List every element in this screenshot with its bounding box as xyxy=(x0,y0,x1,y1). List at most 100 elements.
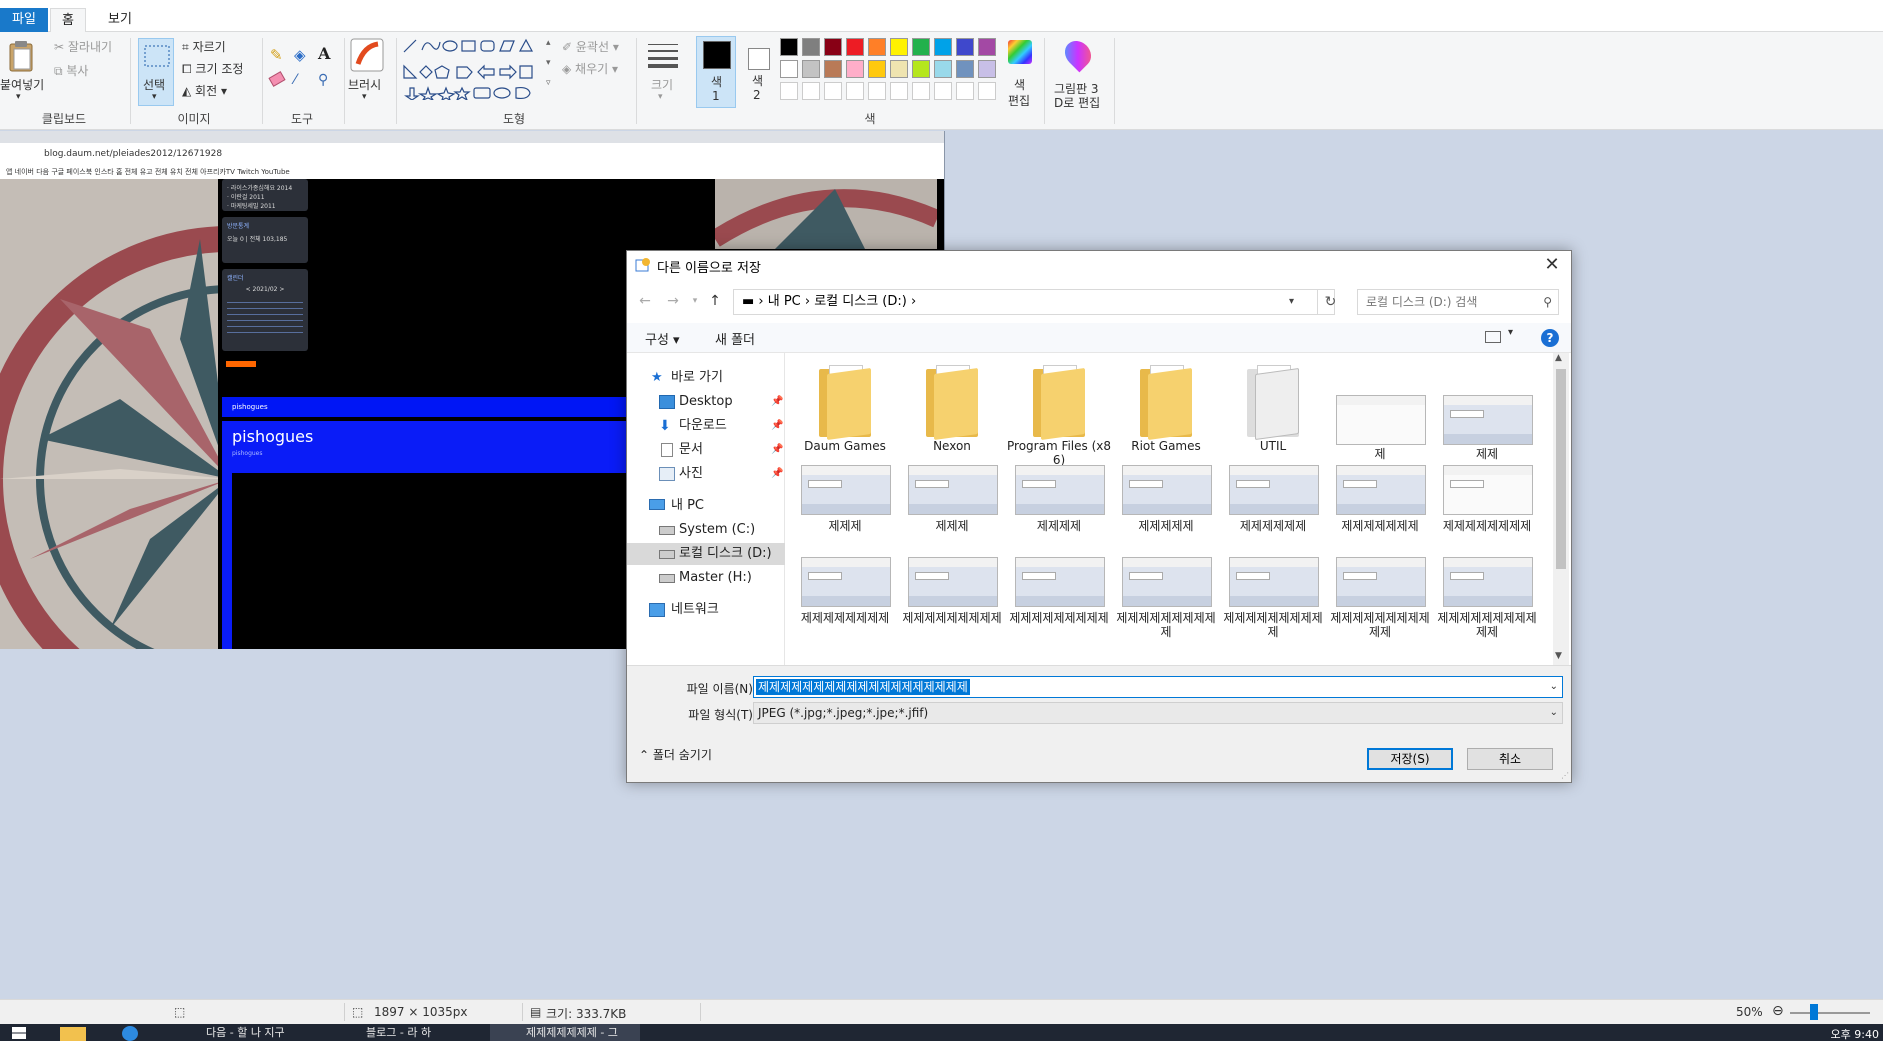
scroll-up-icon[interactable]: ▲ xyxy=(1555,353,1562,363)
folder-item[interactable]: Nexon xyxy=(900,361,1004,457)
resize-button[interactable]: ⧠ 크기 조정 xyxy=(182,60,243,77)
paste-button[interactable]: 붙여넣기 xyxy=(0,76,44,93)
dialog-titlebar[interactable]: 다른 이름으로 저장 ✕ xyxy=(627,251,1571,279)
nav-pictures[interactable]: 사진 📌 xyxy=(627,463,785,485)
file-item[interactable]: 제제제 xyxy=(793,465,897,555)
nav-quick-access[interactable]: ★ 바로 가기 xyxy=(627,367,785,389)
rotate-button[interactable]: ◭ 회전 ▾ xyxy=(182,82,227,99)
size-icon[interactable] xyxy=(648,42,678,68)
pin-icon[interactable]: 📌 xyxy=(771,439,783,461)
nav-system-c[interactable]: System (C:) xyxy=(627,519,785,541)
color-swatch[interactable] xyxy=(978,60,996,78)
nav-desktop[interactable]: Desktop 📌 xyxy=(627,391,785,413)
color-swatch[interactable] xyxy=(890,38,908,56)
edit-colors-button[interactable]: 색 편집 xyxy=(1004,38,1036,108)
color-swatch[interactable] xyxy=(780,38,798,56)
text-icon[interactable]: A xyxy=(318,44,330,63)
color-swatch[interactable] xyxy=(780,60,798,78)
file-item[interactable]: 제제 xyxy=(1435,361,1539,461)
windows-start-icon[interactable] xyxy=(12,1027,26,1039)
custom-color-slot[interactable] xyxy=(780,82,798,100)
color-swatch[interactable] xyxy=(802,60,820,78)
taskbar-window[interactable]: 블로그 - 라 하 xyxy=(330,1024,480,1041)
address-bar[interactable]: ▬ › 내 PC › 로컬 디스크 (D:) › ▾ xyxy=(733,289,1335,315)
file-item[interactable]: 제제제제제제제제 xyxy=(1435,465,1539,555)
nav-documents[interactable]: 문서 📌 xyxy=(627,439,785,461)
organize-button[interactable]: 구성 ▾ xyxy=(645,329,680,348)
zoom-slider[interactable] xyxy=(1790,1012,1870,1014)
custom-color-slot[interactable] xyxy=(802,82,820,100)
custom-color-slot[interactable] xyxy=(912,82,930,100)
select-button[interactable]: 선택 xyxy=(143,76,165,93)
shapes-expand[interactable]: ▿ xyxy=(546,78,551,88)
brush-caret[interactable]: ▾ xyxy=(362,92,367,102)
color-swatch[interactable] xyxy=(868,60,886,78)
custom-color-slot[interactable] xyxy=(824,82,842,100)
hide-folders-button[interactable]: ⌃ 폴더 숨기기 xyxy=(639,746,712,763)
custom-color-slot[interactable] xyxy=(978,82,996,100)
scrollbar-thumb[interactable] xyxy=(1556,369,1566,569)
taskbar-window[interactable]: 다음 - 할 나 지구 xyxy=(170,1024,320,1041)
vertical-scrollbar[interactable]: ▲ ▼ xyxy=(1553,353,1569,665)
file-item[interactable]: 제제제제제제제제제 xyxy=(1007,557,1111,647)
color-picker-icon[interactable]: ⁄ xyxy=(294,72,296,88)
folder-item[interactable]: UTIL xyxy=(1221,361,1325,457)
shapes-scroll-up[interactable]: ▴ xyxy=(546,38,551,48)
filetype-select[interactable]: JPEG (*.jpg;*.jpeg;*.jpe;*.jfif) ⌄ xyxy=(753,702,1563,724)
address-dropdown-icon[interactable]: ▾ xyxy=(1289,290,1294,314)
file-item[interactable]: 제제제제제제제제제제 xyxy=(1221,557,1325,647)
file-item[interactable]: 제제제제 xyxy=(1007,465,1111,555)
nav-network[interactable]: 네트워크 xyxy=(627,599,785,621)
zoom-out-icon[interactable]: ⊖ xyxy=(1772,1003,1784,1019)
file-item[interactable]: 제제제제제제제제제제 xyxy=(1114,557,1218,647)
file-item[interactable]: 제제제제제제제제 xyxy=(793,557,897,647)
zoom-slider-thumb[interactable] xyxy=(1810,1004,1818,1020)
shapes-scroll-down[interactable]: ▾ xyxy=(546,58,551,68)
size-caret[interactable]: ▾ xyxy=(658,92,663,102)
fill-icon[interactable]: ◈ xyxy=(294,46,306,64)
resize-grip-icon[interactable]: ⋰ xyxy=(1561,771,1569,780)
custom-color-slot[interactable] xyxy=(846,82,864,100)
color-swatch[interactable] xyxy=(846,60,864,78)
paint3d-button[interactable]: 그림판 3 D로 편집 xyxy=(1052,35,1108,110)
select-caret[interactable]: ▾ xyxy=(152,92,157,102)
eraser-icon[interactable] xyxy=(268,71,286,87)
color2-button[interactable]: 색 2 xyxy=(742,36,774,108)
filename-dropdown-icon[interactable]: ⌄ xyxy=(1550,677,1558,697)
help-icon[interactable]: ? xyxy=(1541,329,1559,347)
color-swatch[interactable] xyxy=(912,60,930,78)
paste-icon[interactable] xyxy=(8,40,34,72)
paste-caret[interactable]: ▾ xyxy=(16,92,21,102)
folder-item[interactable]: Daum Games xyxy=(793,361,897,457)
tab-file[interactable]: 파일 xyxy=(0,8,48,32)
file-item[interactable]: 제제제제제제제제제제제 xyxy=(1328,557,1432,647)
color-swatch[interactable] xyxy=(890,60,908,78)
custom-color-slot[interactable] xyxy=(890,82,908,100)
color-swatch[interactable] xyxy=(978,38,996,56)
browser-icon[interactable] xyxy=(122,1026,138,1041)
custom-color-slot[interactable] xyxy=(868,82,886,100)
outline-button[interactable]: ✐ 윤곽선 ▾ xyxy=(562,38,619,55)
up-arrow-icon[interactable]: ↑ xyxy=(705,291,725,311)
close-icon[interactable]: ✕ xyxy=(1539,253,1565,277)
crop-button[interactable]: ⌗ 자르기 xyxy=(182,38,226,55)
fill-shape-button[interactable]: ◈ 채우기 ▾ xyxy=(562,60,618,77)
cut-button[interactable]: ✂ 잘라내기 xyxy=(54,38,112,55)
file-item[interactable]: 제제제제제제제제제 xyxy=(900,557,1004,647)
scroll-down-icon[interactable]: ▼ xyxy=(1555,651,1562,661)
pin-icon[interactable]: 📌 xyxy=(771,463,783,485)
tab-view[interactable]: 보기 xyxy=(96,8,144,32)
nav-master-h[interactable]: Master (H:) xyxy=(627,567,785,589)
tab-home[interactable]: 홈 xyxy=(50,8,86,32)
filename-value[interactable]: 제제제제제제제제제제제제제제제제제제제 xyxy=(756,679,970,695)
custom-color-slot[interactable] xyxy=(934,82,952,100)
file-explorer-icon[interactable] xyxy=(60,1027,86,1041)
folder-item[interactable]: Riot Games xyxy=(1114,361,1218,457)
taskbar-window-active[interactable]: 제제제제제제제 - 그 xyxy=(490,1024,640,1041)
file-item[interactable]: 제제제제제제제제제제제 xyxy=(1435,557,1539,647)
color-swatch[interactable] xyxy=(912,38,930,56)
back-arrow-icon[interactable]: ← xyxy=(635,291,655,311)
refresh-icon[interactable]: ↻ xyxy=(1317,290,1343,314)
pin-icon[interactable]: 📌 xyxy=(771,391,783,413)
forward-arrow-icon[interactable]: → xyxy=(663,291,683,311)
